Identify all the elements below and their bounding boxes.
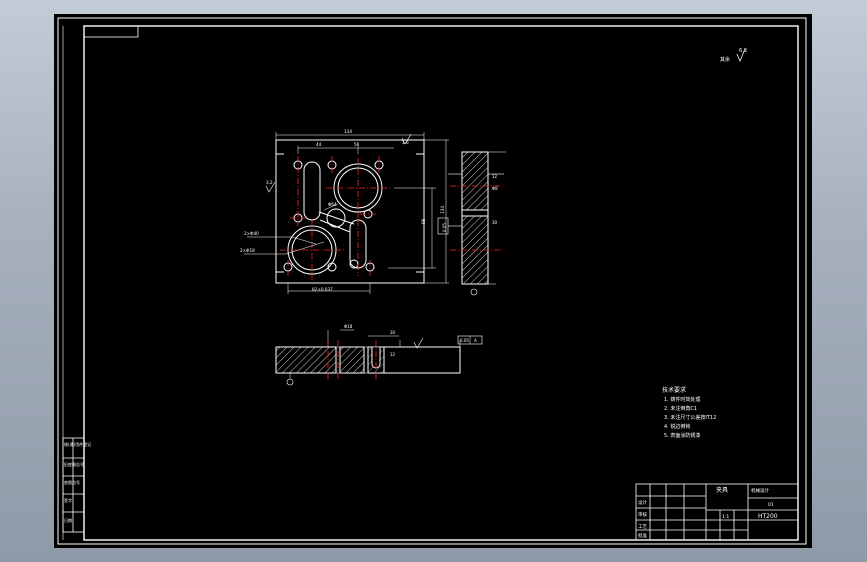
title-row: 设计	[638, 499, 647, 506]
cad-application-window: 其余 6.3 134 44 56 82±0.037 2×Φ40 2×Φ18 Φ6…	[0, 0, 867, 562]
datum-marker-section	[286, 378, 294, 386]
title-row: 批准	[638, 532, 647, 539]
title-school: 机械设计	[751, 487, 769, 494]
roughness-note-label: 其余	[720, 56, 730, 63]
datum-marker-side	[470, 288, 478, 296]
roughness-note: 其余 6.3	[720, 48, 747, 63]
rev-label: 签字	[64, 497, 72, 503]
rev-label: 底图总号	[64, 479, 80, 485]
flatness-value: 0.05	[460, 338, 469, 343]
flatness-datum: A	[474, 338, 477, 343]
section-side-dim: 12	[390, 352, 396, 357]
front-view-dimension-text: 134 44 56 82±0.037 2×Φ40 2×Φ18 Φ64 96 13…	[240, 129, 445, 292]
dim-right-height: 96	[421, 218, 426, 224]
datum-label: 0.05	[442, 223, 447, 232]
revision-block-text: 借(通)用件登记 旧底图总号 底图总号 签字 日期	[64, 441, 91, 523]
dim-bottom-span: 82±0.037	[312, 287, 333, 292]
dim-top-width: 134	[344, 129, 352, 134]
sheet-outer-border	[57, 17, 807, 545]
section-hatch-mid	[339, 346, 365, 374]
tech-req-title: 技术要求	[662, 386, 686, 394]
title-scale: 1:1	[722, 514, 729, 520]
tech-req-item: 4. 锐边倒钝	[664, 423, 690, 430]
side-dim2: Φ8	[492, 186, 498, 191]
title-part-name: 夹具	[716, 486, 728, 494]
title-row: 工艺	[638, 524, 647, 530]
tech-req-item: 2. 未注倒角C1	[664, 405, 697, 412]
side-dim3: 30	[492, 220, 498, 225]
top-left-code-box	[83, 25, 139, 38]
dim-top-right: 56	[354, 142, 360, 147]
tech-req-item: 1. 铸件时效处理	[664, 396, 700, 403]
title-row: 审核	[638, 511, 647, 518]
title-block-text: 夹具 机械设计 01 HT200 1:1 设计 审核 工艺 批准	[638, 486, 778, 539]
tech-req-item: 5. 表面涂防锈漆	[664, 432, 700, 439]
dim-hole2: 2×Φ18	[240, 248, 255, 253]
roughness-front-b: 3.2	[266, 180, 273, 185]
rev-label: 日期	[64, 517, 72, 523]
slot-left	[303, 161, 321, 221]
dim-mid: Φ64	[328, 202, 337, 207]
dim-top-left: 44	[316, 142, 322, 147]
drawing-canvas: 其余 6.3 134 44 56 82±0.037 2×Φ40 2×Φ18 Φ6…	[57, 17, 807, 545]
title-material: HT200	[758, 513, 778, 520]
dim-right-outer: 134	[440, 206, 445, 214]
drawing-viewport[interactable]: 其余 6.3 134 44 56 82±0.037 2×Φ40 2×Φ18 Φ6…	[54, 14, 812, 548]
rev-label: 旧底图总号	[64, 461, 84, 467]
section-hatch-left	[275, 346, 337, 374]
rev-label: 借(通)用件登记	[64, 441, 91, 447]
section-body-right	[383, 346, 461, 374]
tech-req-item: 3. 未注尺寸公差按IT12	[664, 414, 716, 421]
section-view	[275, 329, 483, 386]
title-drawing-no: 01	[768, 502, 774, 508]
roughness-note-value: 6.3	[739, 48, 747, 54]
technical-requirements: 技术要求 1. 铸件时效处理 2. 未注倒角C1 3. 未注尺寸公差按IT12 …	[662, 386, 716, 439]
front-view-dimensions	[244, 132, 449, 294]
section-dim-depth: 30	[390, 330, 396, 335]
section-dim-width: Φ18	[344, 324, 353, 329]
dim-hole1: 2×Φ40	[244, 231, 259, 236]
side-dim1: 12	[492, 174, 498, 179]
